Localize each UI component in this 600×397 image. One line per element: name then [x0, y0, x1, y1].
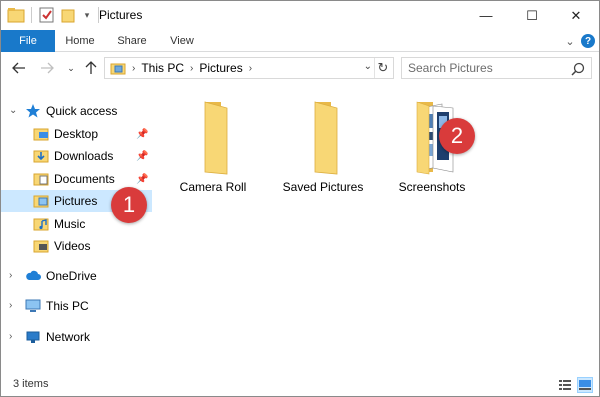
expanded-chevron-icon[interactable]: ⌄: [9, 105, 19, 116]
star-icon: [26, 104, 40, 118]
folder-item-saved-pictures[interactable]: Saved Pictures: [275, 98, 371, 194]
desktop-folder-icon: [33, 128, 49, 141]
close-button[interactable]: ✕: [553, 1, 599, 30]
new-folder-icon[interactable]: [60, 7, 78, 23]
toolbar-separator: [31, 7, 32, 23]
nav-videos[interactable]: Videos: [33, 235, 152, 257]
pin-icon[interactable]: 📌: [136, 174, 148, 185]
nav-label: Documents: [54, 172, 115, 186]
onedrive-cloud-icon: [26, 270, 41, 280]
customize-toolbar-icon[interactable]: ▾: [82, 7, 92, 23]
collapsed-chevron-icon[interactable]: ›: [9, 300, 19, 311]
address-row: ⌄ › This PC › Pictures › ⌄ ↻: [1, 52, 599, 84]
nav-desktop[interactable]: Desktop 📌: [33, 123, 152, 145]
search-input[interactable]: [401, 57, 592, 79]
help-icon[interactable]: ?: [581, 34, 595, 48]
forward-arrow-icon: [41, 62, 54, 74]
folder-label: Screenshots: [398, 180, 466, 194]
folder-label: Saved Pictures: [282, 180, 364, 194]
music-folder-icon: [33, 218, 49, 231]
ribbon-tabs: File Home Share View ⌄ ?: [1, 30, 599, 52]
details-view-button[interactable]: [557, 377, 573, 393]
nav-label: Music: [54, 217, 86, 231]
nav-this-pc[interactable]: This PC: [25, 295, 152, 317]
nav-label: Quick access: [46, 104, 118, 118]
search-icon[interactable]: [571, 62, 585, 76]
tab-file[interactable]: File: [1, 30, 55, 52]
computer-icon: [25, 299, 41, 312]
expand-ribbon-icon[interactable]: ⌄: [563, 34, 577, 48]
annotation-badge-2: 2: [439, 118, 475, 154]
nav-network[interactable]: Network: [25, 326, 152, 348]
pin-icon[interactable]: 📌: [136, 129, 148, 140]
breadcrumb-this-pc[interactable]: This PC: [141, 61, 184, 75]
nav-documents[interactable]: Documents 📌: [33, 168, 152, 190]
folder-icon: [314, 101, 338, 175]
nav-label: Network: [46, 330, 91, 344]
address-bar[interactable]: › This PC › Pictures › ⌄ ↻: [104, 57, 394, 79]
maximize-button[interactable]: ☐: [509, 1, 555, 30]
nav-label: Downloads: [54, 149, 114, 163]
folder-item-camera-roll[interactable]: Camera Roll: [165, 98, 261, 194]
large-icons-view-button[interactable]: [577, 377, 593, 393]
nav-onedrive[interactable]: OneDrive: [25, 265, 152, 287]
pictures-folder-icon: [33, 195, 49, 208]
nav-label: OneDrive: [46, 269, 97, 283]
title-bar: ▾ Pictures — ☐ ✕: [1, 1, 599, 30]
tab-view[interactable]: View: [161, 30, 203, 52]
collapsed-chevron-icon[interactable]: ›: [9, 270, 19, 281]
forward-button[interactable]: [39, 60, 55, 76]
collapsed-chevron-icon[interactable]: ›: [9, 331, 19, 342]
nav-label: Pictures: [54, 194, 98, 208]
up-button[interactable]: [83, 60, 99, 76]
properties-icon[interactable]: [38, 7, 56, 23]
status-bar: 3 items: [1, 374, 599, 396]
navigation-pane: ⌄ Quick access Desktop 📌 Downloads 📌 Doc…: [1, 84, 152, 374]
address-history-chevron-icon[interactable]: ⌄: [364, 61, 372, 72]
nav-quick-access[interactable]: Quick access: [25, 100, 152, 122]
window-title: Pictures: [99, 8, 143, 22]
tab-share[interactable]: Share: [111, 30, 153, 52]
back-arrow-icon: [12, 62, 25, 74]
details-view-icon: [559, 380, 571, 390]
item-count: 3 items: [13, 378, 49, 390]
recent-locations-chevron-icon[interactable]: ⌄: [63, 60, 79, 76]
pin-icon[interactable]: 📌: [136, 151, 148, 162]
refresh-icon[interactable]: ↻: [375, 59, 391, 77]
breadcrumb-separator-icon[interactable]: ›: [132, 63, 135, 74]
folder-icon: [204, 101, 228, 175]
nav-downloads[interactable]: Downloads 📌: [33, 145, 152, 167]
minimize-button[interactable]: —: [463, 1, 509, 30]
quick-access-toolbar: ▾: [7, 7, 105, 23]
tab-home[interactable]: Home: [59, 30, 101, 52]
nav-label: Desktop: [54, 127, 99, 141]
file-explorer-window: ▾ Pictures — ☐ ✕ File Home Share View ⌄ …: [0, 0, 600, 397]
back-button[interactable]: [11, 60, 27, 76]
documents-folder-icon: [33, 173, 49, 186]
network-icon: [26, 331, 40, 343]
breadcrumb-separator-icon[interactable]: ›: [190, 63, 193, 74]
pictures-location-icon: [110, 63, 126, 75]
annotation-badge-1: 1: [111, 187, 147, 223]
breadcrumb-separator-icon[interactable]: ›: [249, 63, 252, 74]
downloads-folder-icon: [33, 150, 49, 163]
nav-label: Videos: [54, 239, 91, 253]
folder-app-icon: [7, 8, 25, 23]
file-list: Camera Roll Saved Pictures Screenshots: [153, 84, 599, 374]
up-arrow-icon: [85, 61, 97, 74]
videos-folder-icon: [33, 240, 49, 253]
folder-label: Camera Roll: [179, 180, 247, 194]
large-icons-view-icon: [579, 380, 591, 390]
breadcrumb-pictures[interactable]: Pictures: [199, 61, 242, 75]
nav-label: This PC: [46, 299, 89, 313]
